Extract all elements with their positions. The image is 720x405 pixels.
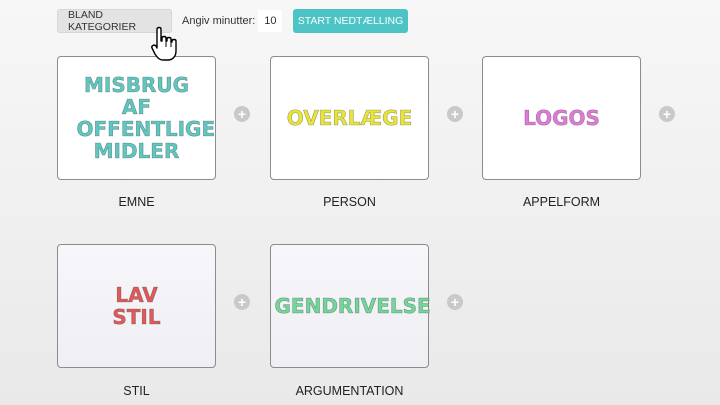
minutes-input[interactable]: [258, 10, 283, 32]
card-person[interactable]: OVERLÆGE: [270, 56, 429, 180]
card-word: GENDRIVELSE: [274, 294, 431, 318]
card-emne[interactable]: MISBRUG AF OFFENTLIGE MIDLER: [57, 56, 216, 180]
card-category-label: APPELFORM: [522, 195, 601, 209]
card-appelform[interactable]: LOGOS: [482, 56, 641, 180]
card-category-label: PERSON: [323, 195, 376, 209]
plus-icon[interactable]: +: [447, 106, 463, 122]
card-argumentation[interactable]: GENDRIVELSE: [270, 244, 431, 368]
plus-icon[interactable]: +: [234, 294, 250, 310]
card-category-label: ARGUMENTATION: [295, 384, 404, 398]
hand-cursor-icon: [151, 26, 177, 61]
card-word: LAV STIL: [112, 283, 161, 329]
card-category-label: EMNE: [118, 195, 155, 209]
card-word: OVERLÆGE: [286, 106, 413, 130]
card-category-label: STIL: [123, 384, 150, 398]
start-countdown-button[interactable]: START NEDTÆLLING: [293, 9, 408, 33]
minutes-label: Angiv minutter:: [182, 15, 256, 27]
plus-icon[interactable]: +: [234, 106, 250, 122]
card-word: MISBRUG AF OFFENTLIGE MIDLER: [76, 73, 216, 163]
plus-icon[interactable]: +: [447, 294, 463, 310]
card-stil[interactable]: LAV STIL: [57, 244, 216, 368]
card-word: LOGOS: [523, 106, 600, 130]
plus-icon[interactable]: +: [659, 106, 675, 122]
